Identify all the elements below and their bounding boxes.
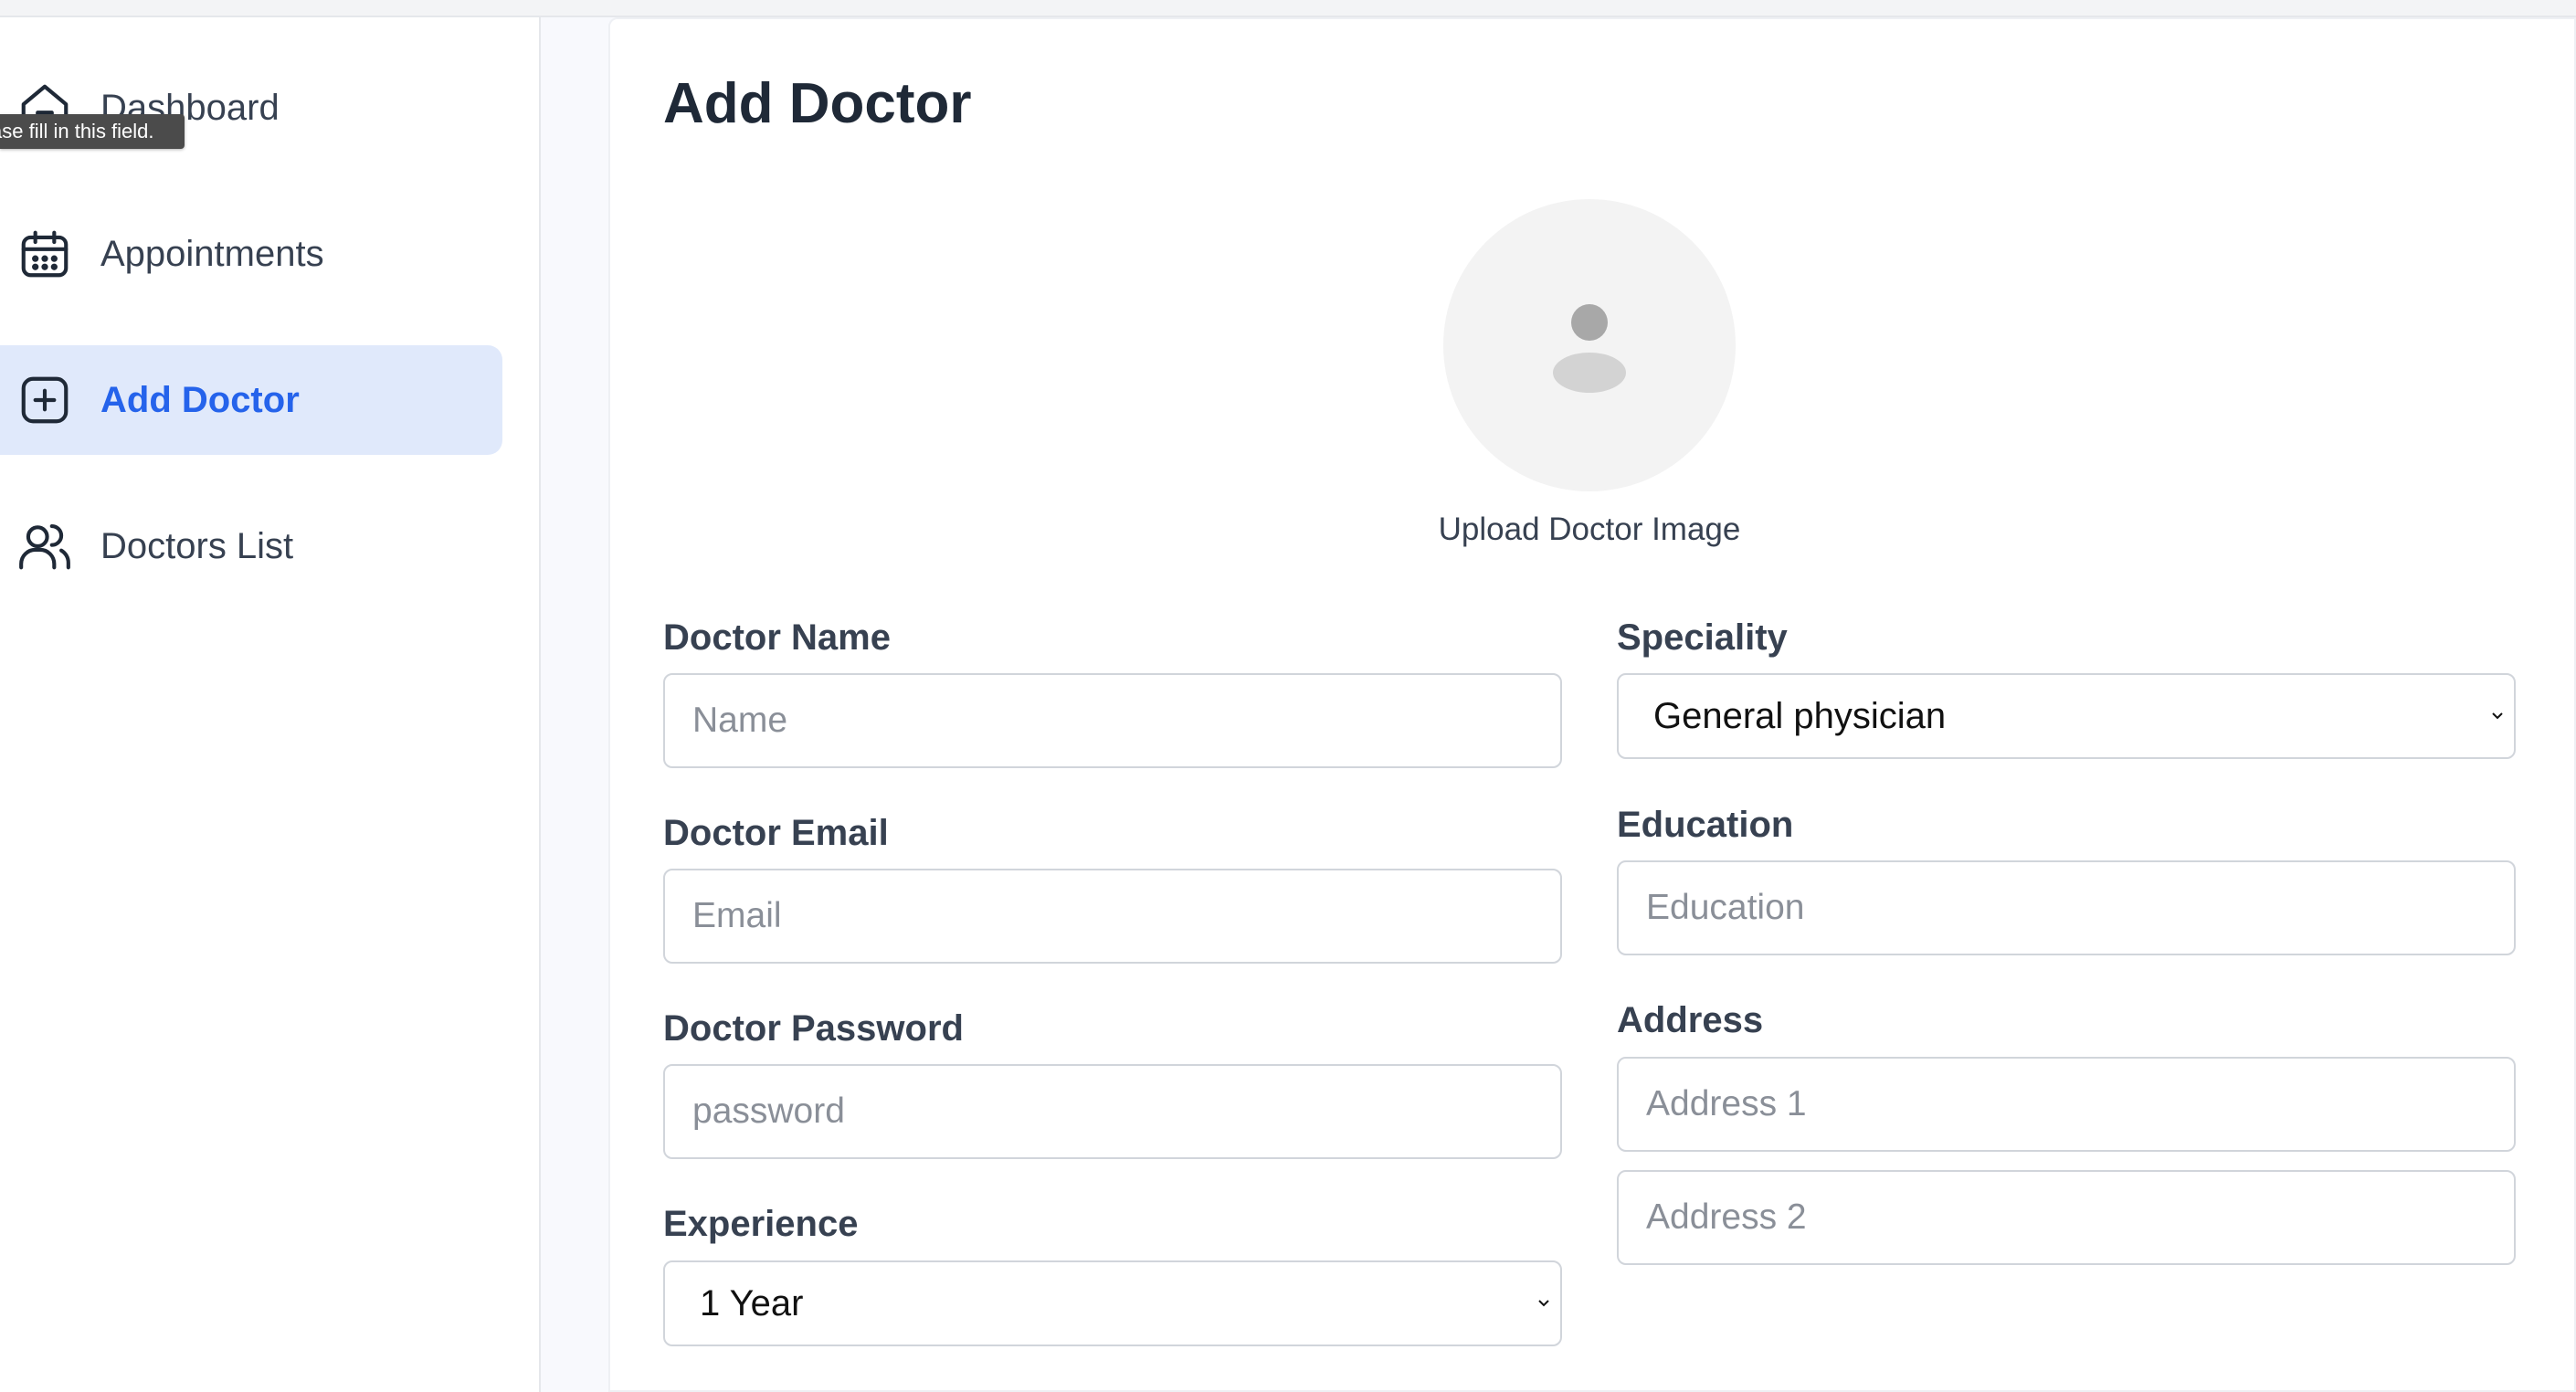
speciality-label: Speciality (1617, 617, 1788, 658)
doctor-password-label: Doctor Password (663, 1008, 964, 1049)
address-label: Address (1617, 1000, 1764, 1040)
sidebar-item-doctors-list[interactable]: Doctors List (0, 491, 502, 601)
experience-selected-value: 1 Year (700, 1282, 804, 1323)
experience-select[interactable]: 1 Year (663, 1260, 1562, 1346)
doctor-email-input[interactable] (663, 869, 1562, 964)
education-input[interactable] (1617, 860, 2516, 955)
doctor-email-label: Doctor Email (663, 813, 889, 853)
add-square-icon (21, 376, 69, 424)
doctor-name-label: Doctor Name (663, 617, 891, 658)
upload-image-label: Upload Doctor Image (1438, 511, 1741, 547)
speciality-selected-value: General physician (1653, 695, 1947, 736)
address-line2-input[interactable] (1617, 1170, 2516, 1265)
users-icon (19, 523, 70, 570)
user-placeholder-icon (1553, 304, 1626, 393)
tooltip-text: ase fill in this field. (0, 120, 154, 142)
calendar-icon (21, 230, 69, 278)
browser-top-bar (0, 0, 2576, 17)
sidebar-item-add-doctor[interactable]: Add Doctor (0, 345, 502, 455)
sidebar-item-appointments[interactable]: Appointments (0, 199, 502, 309)
chevron-down-icon (1538, 1300, 1549, 1307)
experience-label: Experience (663, 1204, 859, 1244)
speciality-select[interactable]: General physician (1617, 673, 2516, 759)
address-line1-input[interactable] (1617, 1057, 2516, 1152)
validation-tooltip: ase fill in this field. (0, 114, 185, 149)
sidebar-item-label: Doctors List (100, 525, 294, 566)
doctor-name-input[interactable] (663, 673, 1562, 768)
page-title: Add Doctor (663, 72, 972, 135)
sidebar-item-label: Add Doctor (100, 379, 300, 420)
doctor-image-upload[interactable] (1443, 199, 1736, 491)
chevron-down-icon (2492, 712, 2503, 720)
doctor-password-input[interactable] (663, 1064, 1562, 1159)
education-label: Education (1617, 805, 1794, 845)
sidebar-item-label: Appointments (100, 233, 324, 274)
